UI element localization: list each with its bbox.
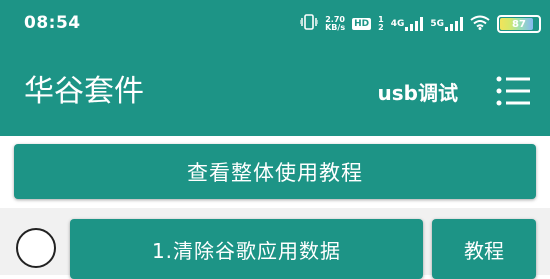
wifi-icon <box>470 15 490 34</box>
sim-slot-bottom: 2 <box>378 23 384 32</box>
row-select-radio[interactable] <box>16 228 56 268</box>
clear-google-app-data-button[interactable]: 1.清除谷歌应用数据 <box>70 219 423 279</box>
signal-5g-label: 5G <box>430 19 444 29</box>
view-overall-tutorial-button[interactable]: 查看整体使用教程 <box>14 144 536 199</box>
menu-icon[interactable] <box>496 74 530 108</box>
battery-icon: 87 <box>497 15 541 33</box>
status-icons: 2.70 KB/s HD 1 2 4G 5G 87 <box>299 12 541 36</box>
network-speed: 2.70 KB/s <box>325 16 345 32</box>
hd-icon: HD <box>352 18 372 30</box>
usb-debug-button[interactable]: usb调试 <box>378 79 458 107</box>
status-time: 08:54 <box>24 13 81 33</box>
signal-4g-label: 4G <box>390 19 405 29</box>
sim-slot-indicator: 1 2 <box>378 16 384 32</box>
signal-4g-icon: 4G <box>391 17 424 31</box>
network-speed-unit: KB/s <box>325 23 346 32</box>
battery-body: 87 <box>497 15 541 33</box>
status-bar: 08:54 2.70 KB/s HD 1 2 4G 5G 87 <box>0 0 550 48</box>
feature-row: 1.清除谷歌应用数据 教程 <box>0 208 550 279</box>
battery-level: 87 <box>512 18 526 30</box>
content-top: 查看整体使用教程 <box>0 136 550 208</box>
app-title: 华谷套件 <box>24 74 144 109</box>
row-tutorial-button[interactable]: 教程 <box>432 219 536 279</box>
app-bar: 华谷套件 usb调试 <box>0 48 550 136</box>
signal-5g-icon: 5G <box>430 17 463 31</box>
vibrate-icon <box>299 14 319 34</box>
